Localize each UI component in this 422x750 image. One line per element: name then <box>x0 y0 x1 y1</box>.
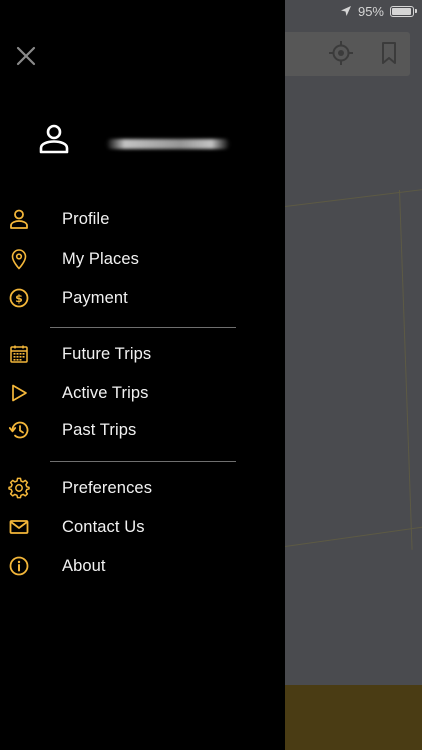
location-arrow-icon <box>340 6 351 16</box>
map-road <box>399 190 413 550</box>
menu-label: Preferences <box>62 478 153 497</box>
menu-label: Profile <box>62 209 110 228</box>
dollar-coin-icon: $ <box>9 288 29 308</box>
crosshair-icon[interactable] <box>328 40 354 66</box>
history-icon <box>8 421 29 439</box>
menu-divider <box>50 327 236 328</box>
menu-divider <box>50 461 236 462</box>
menu-label: About <box>62 556 106 575</box>
profile-name <box>106 139 230 149</box>
menu-item-payment[interactable]: $ Payment <box>0 279 285 317</box>
person-icon <box>10 209 28 229</box>
menu-item-past-trips[interactable]: Past Trips <box>0 411 285 449</box>
person-icon <box>39 124 69 154</box>
menu-label: Past Trips <box>62 420 137 439</box>
menu-item-future-trips[interactable]: Future Trips <box>0 335 285 373</box>
close-icon[interactable] <box>12 42 40 70</box>
info-icon <box>9 556 29 576</box>
profile-header[interactable] <box>38 124 70 154</box>
menu-label: Payment <box>62 288 128 307</box>
menu-label: Active Trips <box>62 383 149 402</box>
battery-icon <box>390 5 417 17</box>
map-road <box>285 188 422 207</box>
navigation-drawer: Profile My Places $ Payment Future Trips… <box>0 0 285 750</box>
svg-text:$: $ <box>15 292 23 305</box>
gear-icon <box>8 477 30 499</box>
menu-item-my-places[interactable]: My Places <box>0 240 285 278</box>
menu-label: Future Trips <box>62 344 152 363</box>
battery-level <box>392 7 411 15</box>
menu-label: Contact Us <box>62 517 145 536</box>
menu-item-active-trips[interactable]: Active Trips <box>0 374 285 412</box>
menu-item-contact-us[interactable]: Contact Us <box>0 508 285 546</box>
menu-item-preferences[interactable]: Preferences <box>0 469 285 507</box>
map-pin-icon <box>11 249 27 270</box>
menu-label: My Places <box>62 249 140 268</box>
battery-percentage: 95% <box>357 3 384 19</box>
menu-item-about[interactable]: About <box>0 547 285 585</box>
play-icon <box>12 384 27 402</box>
envelope-icon <box>9 520 29 534</box>
bookmark-icon[interactable] <box>376 40 402 66</box>
menu-item-profile[interactable]: Profile <box>0 200 285 238</box>
map-road <box>285 526 422 547</box>
status-bar: 95% <box>340 2 417 20</box>
calendar-icon <box>10 345 28 363</box>
